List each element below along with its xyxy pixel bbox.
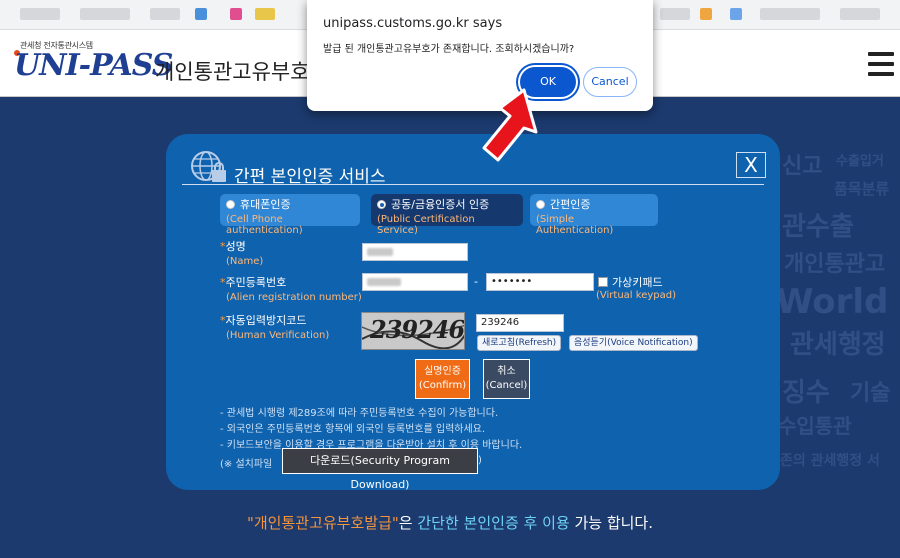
- reg-number-separator: -: [474, 275, 478, 288]
- masked-value: [367, 248, 393, 256]
- captcha-text: 239246: [370, 315, 465, 344]
- masked-value: [367, 278, 401, 286]
- tab-simple-auth[interactable]: 간편인증 (Simple Authentication): [530, 194, 658, 236]
- reg-number-first-input[interactable]: [362, 273, 468, 291]
- reg-number-second-input[interactable]: •••••••: [486, 273, 594, 291]
- uni-pass-logo[interactable]: UNI-PASS: [14, 48, 173, 83]
- cancel-button[interactable]: 취소 (Cancel): [483, 359, 530, 399]
- background-word: 신고: [782, 154, 823, 179]
- dialog-cancel-button[interactable]: Cancel: [583, 67, 637, 97]
- footer-message: "개인통관고유부호발급"은 간단한 본인인증 후 이용 가능 합니다.: [246, 514, 653, 532]
- tab-favicon[interactable]: [255, 8, 275, 20]
- tab-favicon[interactable]: [195, 8, 207, 20]
- tab-label: 휴대폰인증: [240, 198, 291, 211]
- radio-simple[interactable]: [536, 199, 545, 209]
- tab-cell-phone-auth[interactable]: 휴대폰인증 (Cell Phone authentication): [220, 194, 360, 236]
- name-input[interactable]: [362, 243, 468, 261]
- tab-favicon[interactable]: [700, 8, 712, 20]
- hamburger-icon[interactable]: [868, 52, 894, 76]
- radio-cell-phone[interactable]: [226, 199, 235, 209]
- tab-label-en: (Simple Authentication): [536, 214, 614, 236]
- virtual-keypad-label: 가상키패드: [612, 276, 663, 289]
- confirm-button[interactable]: 실명인증 (Confirm): [415, 359, 470, 399]
- virtual-keypad-label-en: (Virtual keypad): [596, 290, 676, 301]
- divider: [182, 184, 764, 185]
- captcha-image: 239246: [361, 312, 465, 350]
- red-arrow-icon: [482, 88, 538, 162]
- notice-text: - 관세법 시행령 제289조에 따라 주민등록번호 수집이 가능합니다.: [220, 408, 499, 419]
- name-label: *성명 (Name): [220, 240, 264, 267]
- page-title: 개인통관고유부호: [155, 60, 310, 84]
- background-word: World Be: [776, 282, 900, 322]
- security-program-download-button[interactable]: 다운로드(Security Program Download): [282, 448, 478, 491]
- background-word: 관세행정: [790, 330, 886, 360]
- install-suffix: ): [478, 455, 482, 466]
- install-prefix: (※ 설치파일: [220, 459, 273, 470]
- background-word: 개인통관고: [784, 252, 886, 277]
- virtual-keypad-checkbox[interactable]: [598, 277, 608, 287]
- dialog-title: unipass.customs.go.kr says: [323, 16, 503, 31]
- tab-favicon[interactable]: [230, 8, 242, 20]
- captcha-voice-button[interactable]: 음성듣기(Voice Notification): [569, 335, 698, 351]
- tab-label: 공동/금융인증서 인증: [391, 198, 490, 211]
- tab-favicon[interactable]: [760, 8, 820, 20]
- background-word: 품목분류: [834, 180, 890, 198]
- captcha-label: *자동입력방지코드 (Human Verification): [220, 314, 330, 341]
- tab-label-en: (Public Certification Service): [377, 214, 475, 236]
- captcha-refresh-button[interactable]: 새로고침(Refresh): [477, 335, 562, 351]
- background-word: 수입통관: [778, 414, 852, 438]
- radio-public-certificate[interactable]: [377, 199, 386, 209]
- close-button[interactable]: X: [736, 152, 766, 178]
- dialog-message: 발급 된 개인통관고유부호가 존재합니다. 조회하시겠습니까?: [323, 44, 575, 55]
- background-word: 징수: [782, 378, 830, 408]
- auth-panel: 간편 본인인증 서비스 X 휴대폰인증 (Cell Phone authenti…: [166, 134, 780, 491]
- tab-favicon[interactable]: [730, 8, 742, 20]
- background-word: 관수출: [782, 212, 854, 242]
- tab-favicon[interactable]: [660, 8, 690, 20]
- footer-highlight: "개인통관고유부호발급": [246, 514, 399, 532]
- background-word: 기술: [850, 381, 891, 406]
- tab-favicon[interactable]: [150, 8, 180, 20]
- globe-lock-icon: [191, 151, 226, 182]
- tab-label: 간편인증: [550, 198, 591, 211]
- tab-public-certificate-auth[interactable]: 공동/금융인증서 인증 (Public Certification Servic…: [371, 194, 523, 236]
- background-word: 존의 관세행정 서: [780, 453, 880, 469]
- reg-number-label: *주민등록번호 (Alien registration number): [220, 276, 362, 303]
- footer-cyan: 간단한 본인인증 후 이용: [417, 514, 570, 532]
- captcha-input[interactable]: 239246: [476, 314, 564, 332]
- tab-favicon[interactable]: [840, 8, 880, 20]
- tab-label-en: (Cell Phone authentication): [226, 214, 303, 236]
- background-word: 수출입거: [836, 154, 884, 169]
- notice-text: - 외국인은 주민등록번호 항목에 외국인 등록번호를 입력하세요.: [220, 424, 486, 435]
- tab-favicon[interactable]: [20, 8, 60, 20]
- tab-favicon[interactable]: [80, 8, 130, 20]
